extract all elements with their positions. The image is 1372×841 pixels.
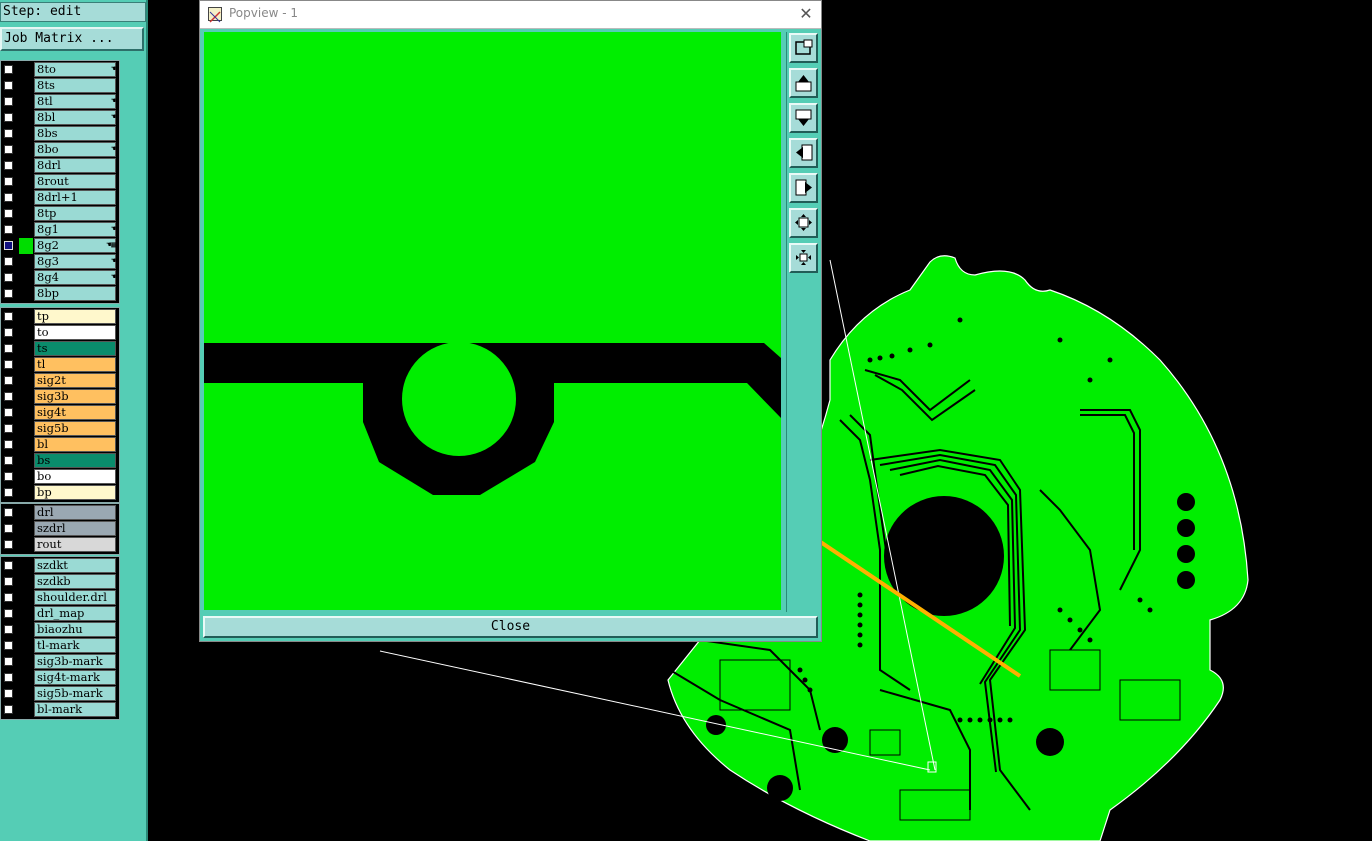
- popview-canvas[interactable]: [204, 32, 781, 610]
- popview-toolbar: [786, 32, 819, 612]
- window-icon: [208, 7, 222, 23]
- popview-window: Popview - 1 ✕ Close: [199, 0, 822, 642]
- pad-circle: [402, 342, 516, 456]
- popview-titlebar[interactable]: Popview - 1 ✕: [200, 1, 821, 29]
- zoom-in-button[interactable]: [789, 208, 818, 238]
- zoom-out-button[interactable]: [789, 243, 818, 273]
- move-up-button[interactable]: [789, 68, 818, 98]
- zoom-out-icon: [796, 250, 811, 265]
- move-down-icon: [795, 109, 812, 126]
- move-left-icon: [796, 144, 813, 161]
- move-right-button[interactable]: [789, 173, 818, 203]
- close-icon[interactable]: ✕: [795, 3, 817, 25]
- move-left-button[interactable]: [789, 138, 818, 168]
- zoom-window-icon: [795, 39, 813, 55]
- close-button[interactable]: Close: [203, 616, 818, 638]
- popview-title: Popview - 1: [229, 6, 298, 20]
- zoom-in-icon: [795, 214, 812, 231]
- move-up-icon: [795, 75, 812, 92]
- move-right-icon: [795, 179, 812, 196]
- zoom-window-button[interactable]: [789, 33, 818, 63]
- move-down-button[interactable]: [789, 103, 818, 133]
